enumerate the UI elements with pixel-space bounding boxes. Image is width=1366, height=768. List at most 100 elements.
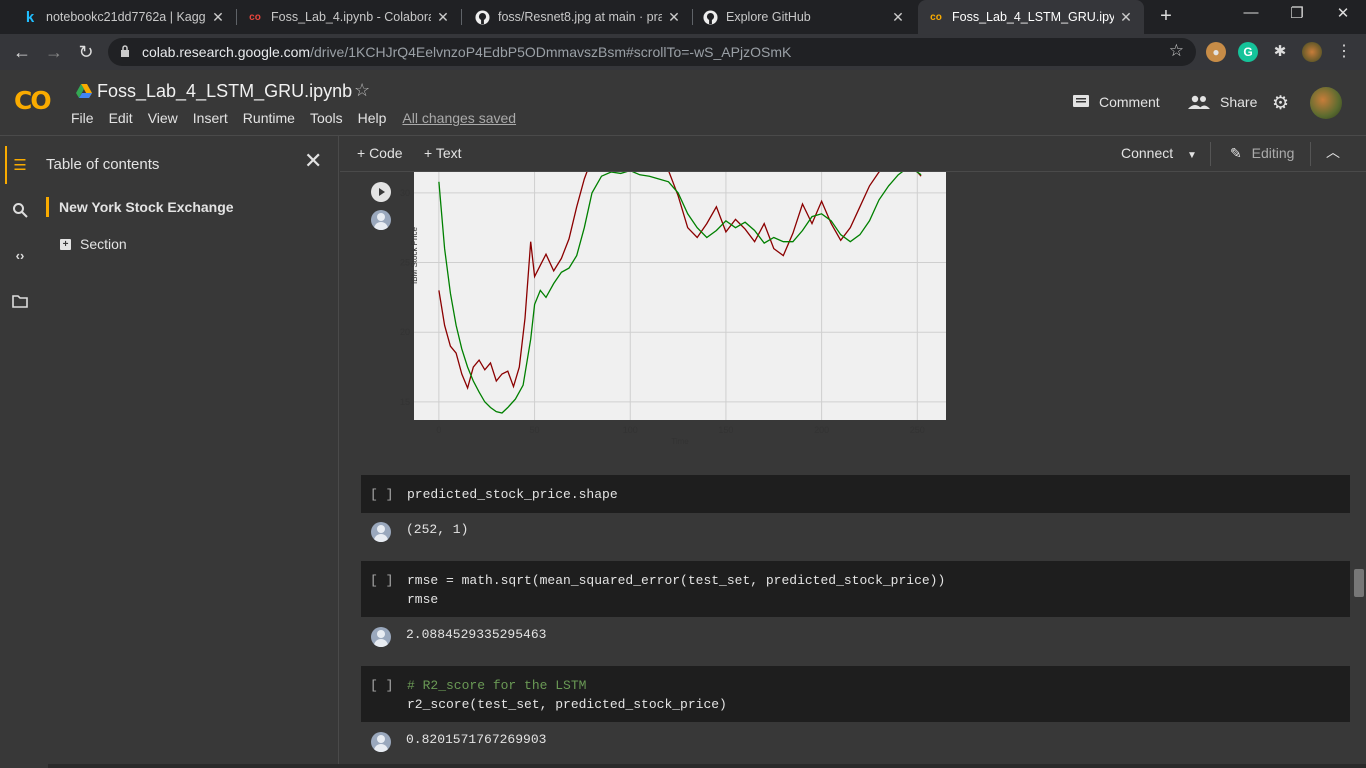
run-cell-icon[interactable]: [371, 182, 391, 202]
left-rail: ☰ ‹›: [0, 136, 40, 768]
grammarly-icon[interactable]: G: [1238, 42, 1258, 62]
chart-x-tick-label: 250: [910, 425, 925, 435]
cookie-extension-icon[interactable]: ●: [1206, 42, 1226, 62]
share-label: Share: [1220, 94, 1258, 110]
cell-bracket[interactable]: [ ]: [370, 573, 393, 588]
notebook-toolbar: + Code + Text Connect ▼ ✎ Editing ︿: [340, 136, 1366, 172]
close-icon[interactable]: ✕: [210, 9, 226, 26]
editing-label: Editing: [1251, 145, 1295, 161]
cell-bracket[interactable]: [ ]: [370, 678, 393, 693]
code-line: rmse: [407, 592, 439, 607]
search-icon[interactable]: [10, 202, 30, 222]
profile-avatar[interactable]: [1302, 42, 1322, 62]
back-icon[interactable]: ←: [10, 40, 34, 64]
browser-tab[interactable]: co Foss_Lab_4.ipynb - Colaborato ✕: [237, 0, 461, 34]
settings-gear-icon[interactable]: ⚙: [1272, 92, 1289, 115]
editing-mode-button[interactable]: ✎ Editing: [1230, 145, 1294, 162]
add-code-button[interactable]: + Code: [357, 145, 403, 161]
browser-tab-active[interactable]: co Foss_Lab_4_LSTM_GRU.ipynb - ✕: [918, 0, 1144, 34]
saved-status[interactable]: All changes saved: [402, 110, 516, 126]
scrollbar-thumb[interactable]: [1354, 569, 1364, 597]
output-avatar-icon: [371, 732, 391, 752]
toc-title: Table of contents: [46, 156, 160, 173]
code-cell[interactable]: [ ] predicted_stock_price.shape: [361, 475, 1350, 513]
google-drive-icon: [76, 84, 92, 98]
chart-x-tick-label: 200: [814, 425, 829, 435]
menu-help[interactable]: Help: [358, 110, 387, 126]
toc-item-label: Section: [80, 236, 127, 252]
toc-item-section[interactable]: + Section: [60, 236, 127, 252]
colab-logo[interactable]: CO: [14, 86, 52, 115]
tab-divider: [461, 9, 462, 25]
close-icon[interactable]: ✕: [304, 148, 322, 174]
tab-title: Foss_Lab_4.ipynb - Colaborato: [271, 10, 431, 24]
share-button[interactable]: Share: [1188, 94, 1257, 110]
table-of-contents-panel: Table of contents ✕ New York Stock Excha…: [40, 136, 339, 768]
toc-item-new-york-stock-exchange[interactable]: New York Stock Exchange: [46, 196, 234, 218]
url-bar[interactable]: colab.research.google.com/drive/1KCHJrQ4…: [108, 38, 1196, 66]
menu-runtime[interactable]: Runtime: [243, 110, 295, 126]
chart-svg: 15 20 25 30 0 50 100 150 200 250 Time: [400, 172, 946, 446]
expand-plus-icon[interactable]: +: [60, 238, 71, 250]
chart-x-tick-label: 50: [530, 425, 540, 435]
comment-button[interactable]: Comment: [1072, 94, 1160, 110]
account-avatar[interactable]: [1310, 87, 1342, 119]
star-icon[interactable]: ☆: [354, 80, 370, 101]
restore-icon[interactable]: ❐: [1274, 4, 1320, 22]
code-cell[interactable]: [ ] rmse = math.sqrt(mean_squared_error(…: [361, 561, 1350, 617]
bookmark-star-icon[interactable]: ☆: [1169, 41, 1184, 61]
code-snippets-icon[interactable]: ‹›: [10, 248, 30, 268]
chart-series-line-real: [438, 172, 922, 391]
browser-tab[interactable]: foss/Resnet8.jpg at main · praf ✕: [464, 0, 692, 34]
tab-title: Explore GitHub: [726, 10, 811, 24]
table-of-contents-icon[interactable]: ☰: [10, 156, 30, 176]
add-text-button[interactable]: + Text: [424, 145, 462, 161]
horizontal-scrollbar[interactable]: [48, 764, 1366, 768]
tab-title: foss/Resnet8.jpg at main · praf: [498, 10, 662, 24]
close-icon[interactable]: ✕: [890, 9, 906, 26]
more-menu-icon[interactable]: ⋮: [1334, 42, 1354, 62]
output-avatar-icon: [371, 627, 391, 647]
notebook-title[interactable]: Foss_Lab_4_LSTM_GRU.ipynb: [97, 81, 352, 102]
connect-button[interactable]: Connect ▼: [1121, 145, 1197, 161]
folder-icon[interactable]: [10, 294, 30, 314]
chevron-up-icon[interactable]: ︿: [1326, 142, 1340, 162]
menu-view[interactable]: View: [148, 110, 178, 126]
menu-edit[interactable]: Edit: [109, 110, 133, 126]
menu-bar: File Edit View Insert Runtime Tools Help…: [71, 110, 531, 126]
chart-series-line-predicted: [438, 172, 922, 414]
close-icon[interactable]: ✕: [435, 9, 451, 26]
output-avatar-icon: [371, 210, 391, 230]
kaggle-icon: k: [25, 8, 35, 26]
extensions-puzzle-icon[interactable]: ✱: [1270, 42, 1290, 62]
toc-active-bar: [46, 197, 49, 217]
url-text: colab.research.google.com/drive/1KCHJrQ4…: [142, 44, 792, 60]
cell-output: (252, 1): [406, 522, 469, 537]
pencil-icon: ✎: [1230, 145, 1242, 161]
browser-tab-strip: k notebookc21dd7762a | Kaggle ✕ co Foss_…: [0, 0, 1366, 34]
menu-file[interactable]: File: [71, 110, 94, 126]
browser-tab[interactable]: k notebookc21dd7762a | Kaggle ✕: [12, 0, 236, 34]
colab-icon: co: [249, 11, 261, 23]
output-avatar-icon: [371, 522, 391, 542]
chevron-down-icon: ▼: [1187, 150, 1197, 161]
minimize-icon[interactable]: —: [1228, 4, 1274, 21]
colab-icon: co: [930, 11, 942, 23]
chart-x-axis-label: Time: [671, 437, 689, 446]
forward-icon[interactable]: →: [42, 40, 66, 64]
cell-bracket[interactable]: [ ]: [370, 487, 393, 502]
code-cell[interactable]: [ ] # R2_score for the LSTM r2_score(tes…: [361, 666, 1350, 722]
code-line: r2_score(test_set, predicted_stock_price…: [407, 697, 727, 712]
close-icon[interactable]: ✕: [666, 9, 682, 26]
reload-icon[interactable]: ↻: [74, 40, 98, 64]
chart-output: 15 20 25 30 0 50 100 150 200 250 Time IBM Stock Pr…: [400, 172, 960, 462]
chart-y-axis-label: IBM Stock Price: [410, 227, 419, 284]
chart-x-tick-label: 100: [623, 425, 638, 435]
new-tab-icon[interactable]: +: [1154, 5, 1178, 29]
browser-tab[interactable]: Explore GitHub ✕: [692, 0, 916, 34]
window-close-icon[interactable]: ✕: [1320, 4, 1366, 22]
menu-insert[interactable]: Insert: [193, 110, 228, 126]
close-icon[interactable]: ✕: [1118, 9, 1134, 26]
menu-tools[interactable]: Tools: [310, 110, 343, 126]
chart-y-tick-label: 20: [400, 327, 410, 337]
